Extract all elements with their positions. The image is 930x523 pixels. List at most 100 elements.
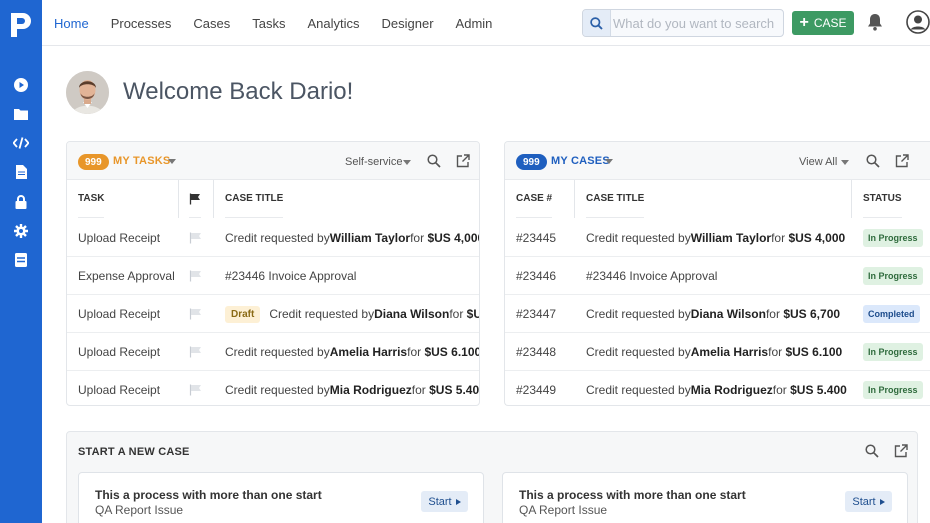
nav-admin[interactable]: Admin [456,16,493,31]
case-title[interactable]: Credit requested by Mia Rodriguez for $U… [225,371,479,405]
case-title[interactable]: Credit requested by Mia Rodriguez for $U… [586,371,847,405]
column-divider [851,180,852,218]
my-cases-panel: 999 MY CASES View All CASE # CASE TITLE … [504,141,930,406]
column-header-status[interactable]: STATUS [863,180,902,218]
process-card[interactable]: This a process with more than one start … [502,472,908,523]
column-header-flag[interactable] [189,180,201,218]
chevron-down-icon[interactable] [605,159,613,164]
column-divider [574,180,575,218]
table-row[interactable]: #23446 #23446 Invoice Approval In Progre… [505,257,930,295]
case-title[interactable]: Credit requested by William Taylor for $… [225,219,479,257]
play-icon [455,498,461,505]
task-name[interactable]: Upload Receipt [78,295,160,333]
process-card[interactable]: This a process with more than one start … [78,472,484,523]
task-count-badge: 999 [78,154,109,170]
external-link-icon[interactable] [895,154,909,168]
table-row[interactable]: Upload Receipt Credit requested by Willi… [67,219,479,257]
gear-icon[interactable] [12,222,30,240]
search-icon[interactable] [427,154,441,168]
play-icon[interactable] [12,76,30,94]
document-icon[interactable] [12,163,30,181]
nav-tasks[interactable]: Tasks [252,16,285,31]
left-sidebar [0,0,42,523]
case-title[interactable]: #23446 Invoice Approval [586,257,717,295]
status-badge: In Progress [863,381,923,399]
new-case-button[interactable]: + CASE [792,11,854,35]
my-cases-title[interactable]: MY CASES [551,155,610,167]
external-link-icon[interactable] [456,154,470,168]
task-name[interactable]: Upload Receipt [78,219,160,257]
user-avatar-icon[interactable] [906,10,930,34]
case-filter-dropdown[interactable]: View All [799,156,837,168]
column-header-task[interactable]: TASK [78,180,105,218]
case-title[interactable]: Credit requested by William Taylor for $… [586,219,845,257]
archive-icon[interactable] [12,251,30,269]
search-icon[interactable] [583,10,611,36]
table-row[interactable]: Upload Receipt Draft Credit requested by … [67,295,479,333]
page-title: Welcome Back Dario! [123,78,354,105]
flag-icon[interactable] [189,346,203,358]
start-new-case-panel: START A NEW CASE This a process with mor… [66,431,918,523]
case-title[interactable]: #23446 Invoice Approval [225,257,356,295]
column-header-case-number[interactable]: CASE # [516,180,553,218]
start-button[interactable]: Start [845,491,892,512]
nav-designer[interactable]: Designer [382,16,434,31]
nav-home[interactable]: Home [54,16,89,31]
case-number[interactable]: #23445 [516,219,556,257]
play-icon [879,498,885,505]
case-number[interactable]: #23449 [516,371,556,405]
table-row[interactable]: Upload Receipt Credit requested by Mia R… [67,371,479,405]
search-icon[interactable] [865,444,879,458]
external-link-icon[interactable] [894,444,908,458]
table-row[interactable]: #23448 Credit requested by Amelia Harris… [505,333,930,371]
code-icon[interactable] [12,134,30,152]
case-number[interactable]: #23448 [516,333,556,371]
case-title[interactable]: Draft Credit requested by Diana Wilson fo… [225,295,479,333]
bell-icon[interactable] [867,13,885,33]
table-row[interactable]: Upload Receipt Credit requested by Ameli… [67,333,479,371]
nav-processes[interactable]: Processes [111,16,172,31]
task-name[interactable]: Expense Approval [78,257,175,295]
case-number[interactable]: #23446 [516,257,556,295]
task-name[interactable]: Upload Receipt [78,371,160,405]
status-badge: In Progress [863,267,923,285]
chevron-down-icon[interactable] [403,160,411,165]
case-title[interactable]: Credit requested by Amelia Harris for $U… [225,333,479,371]
chevron-down-icon[interactable] [168,159,176,164]
nav-analytics[interactable]: Analytics [307,16,359,31]
process-title: This a process with more than one start [519,488,746,502]
case-count-badge: 999 [516,154,547,170]
new-case-label: CASE [813,16,847,30]
status-badge: In Progress [863,343,923,361]
my-tasks-panel: 999 MY TASKS Self-service TASK CASE TITL… [66,141,480,406]
column-header-case-title[interactable]: CASE TITLE [586,180,645,218]
flag-icon[interactable] [189,384,203,396]
chevron-down-icon[interactable] [841,160,849,165]
nav-cases[interactable]: Cases [193,16,230,31]
flag-icon [189,193,200,204]
case-title[interactable]: Credit requested by Diana Wilson for $US… [586,295,840,333]
flag-icon[interactable] [189,308,203,320]
search-icon[interactable] [866,154,880,168]
process-title: This a process with more than one start [95,488,322,502]
my-tasks-title[interactable]: MY TASKS [113,155,170,167]
lock-icon[interactable] [12,193,30,211]
folder-icon[interactable] [12,105,30,123]
task-name[interactable]: Upload Receipt [78,333,160,371]
table-row[interactable]: #23449 Credit requested by Mia Rodriguez… [505,371,930,405]
brand-logo[interactable] [8,10,34,40]
search-input[interactable] [613,10,781,36]
plus-icon: + [799,14,809,31]
task-filter-dropdown[interactable]: Self-service [345,156,402,168]
table-row[interactable]: #23445 Credit requested by William Taylo… [505,219,930,257]
table-row[interactable]: Expense Approval #23446 Invoice Approval [67,257,479,295]
flag-icon[interactable] [189,232,203,244]
process-subtitle: QA Report Issue [519,503,608,517]
column-header-case-title[interactable]: CASE TITLE [225,180,284,218]
start-button[interactable]: Start [421,491,468,512]
case-title[interactable]: Credit requested by Amelia Harris for $U… [586,333,842,371]
flag-icon[interactable] [189,270,203,282]
status-badge: In Progress [863,229,923,247]
table-row[interactable]: #23447 Credit requested by Diana Wilson … [505,295,930,333]
case-number[interactable]: #23447 [516,295,556,333]
